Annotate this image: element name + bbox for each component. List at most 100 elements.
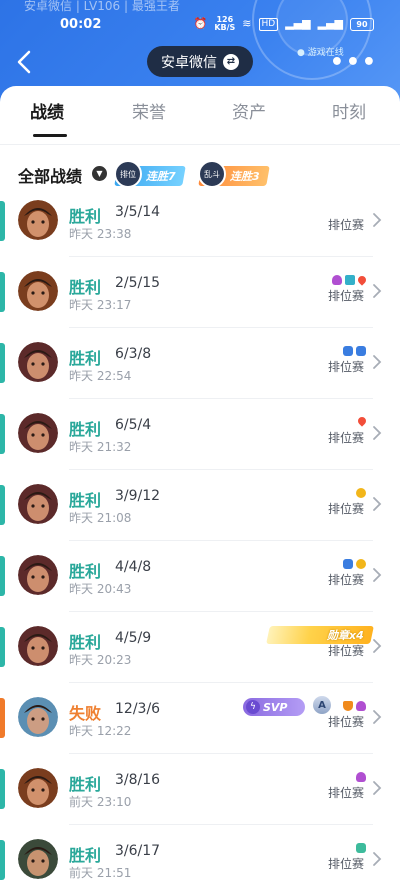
medal-badge: 勋章x4 <box>266 626 374 644</box>
match-mode: 排位赛 <box>328 786 365 800</box>
match-row[interactable]: 胜利 6/3/8 昨天 22:54 排位赛 <box>0 341 400 412</box>
result-indicator-bar <box>0 343 5 383</box>
streak-badge-brawl: 乱斗 连胜3 <box>198 160 270 188</box>
hero-eye <box>41 575 45 579</box>
hero-eye <box>31 220 35 224</box>
result-indicator-bar <box>0 201 5 241</box>
hero-face <box>27 637 49 663</box>
match-mode: 排位赛 <box>328 218 365 232</box>
match-time: 前天 23:10 <box>69 795 132 809</box>
more-button[interactable]: ••• <box>330 50 378 75</box>
gold-badge-icon <box>356 559 366 569</box>
hd-icon: HD <box>258 17 279 31</box>
rank-grade-badge: A <box>313 696 331 714</box>
status-time: 00:02 <box>60 17 102 32</box>
match-kda: 12/3/6 <box>115 701 161 717</box>
filter-dropdown-label[interactable]: 全部战绩 <box>18 163 82 187</box>
hero-portrait-icon <box>18 697 58 737</box>
teal-badge-icon <box>345 275 355 285</box>
match-kda: 3/6/17 <box>115 843 161 859</box>
match-time: 昨天 20:43 <box>69 582 132 596</box>
tab-moments[interactable]: 时刻 <box>332 98 366 123</box>
hero-portrait-icon <box>18 342 58 382</box>
row-divider <box>69 611 373 612</box>
match-mode: 排位赛 <box>328 715 365 729</box>
purple-badge-icon <box>356 772 366 782</box>
achievement-badges <box>343 701 366 711</box>
battery-icon: 90 <box>350 17 374 31</box>
result-indicator-bar <box>0 627 5 667</box>
match-mode: 排位赛 <box>328 431 365 445</box>
hero-face <box>27 353 49 379</box>
hero-avatar <box>18 768 58 808</box>
hero-portrait-icon <box>18 271 58 311</box>
hero-face <box>27 850 49 876</box>
match-result: 胜利 <box>69 633 102 652</box>
mascot-icon: 排位 <box>114 160 142 188</box>
back-arrow-icon <box>17 50 31 74</box>
chevron-down-icon[interactable]: ▼ <box>92 166 107 181</box>
match-row[interactable]: 胜利 4/5/9 昨天 20:23 排位赛 勋章x4 <box>0 625 400 696</box>
result-indicator-bar <box>0 840 5 880</box>
match-row[interactable]: 胜利 6/5/4 昨天 21:32 排位赛 <box>0 412 400 483</box>
purple-badge-icon <box>356 701 366 711</box>
match-kda: 6/5/4 <box>115 417 152 433</box>
tab-record[interactable]: 战绩 <box>30 98 64 123</box>
row-divider <box>69 398 373 399</box>
row-divider <box>69 327 373 328</box>
hero-eye <box>41 362 45 366</box>
row-divider <box>69 753 373 754</box>
tab-honor[interactable]: 荣誉 <box>132 98 166 123</box>
achievement-badges <box>356 843 366 853</box>
row-divider <box>69 256 373 257</box>
match-mode: 排位赛 <box>328 644 365 658</box>
signal-icon: ▂▄▆ <box>285 17 311 30</box>
match-kda: 6/3/8 <box>115 346 152 362</box>
chevron-right-icon <box>372 495 382 518</box>
match-row[interactable]: 胜利 3/9/12 昨天 21:08 排位赛 <box>0 483 400 554</box>
account-switcher[interactable]: 安卓微信 ⇄ <box>147 46 253 77</box>
hero-eye <box>41 504 45 508</box>
chevron-right-icon <box>372 353 382 376</box>
hero-portrait-icon <box>18 839 58 879</box>
tab-assets[interactable]: 资产 <box>232 98 266 123</box>
hero-eye <box>41 788 45 792</box>
medal-label: 勋章x4 <box>327 629 364 642</box>
filter-row: 全部战绩 ▼ 排位 连胜7 乱斗 连胜3 <box>0 152 400 192</box>
alarm-icon: ⏰ <box>193 17 208 30</box>
match-row[interactable]: 胜利 3/8/16 前天 23:10 排位赛 <box>0 767 400 838</box>
match-time: 昨天 22:54 <box>69 369 132 383</box>
back-button[interactable] <box>14 48 36 76</box>
hero-eye <box>41 859 45 863</box>
red-badge-icon <box>356 274 368 286</box>
match-result: 胜利 <box>69 846 102 865</box>
match-kda: 3/8/16 <box>115 772 161 788</box>
purple-badge-icon <box>332 275 342 285</box>
result-indicator-bar <box>0 272 5 312</box>
match-result: 胜利 <box>69 207 102 226</box>
blue-badge-icon <box>343 346 353 356</box>
hero-eye <box>41 220 45 224</box>
account-title: 安卓微信 <box>161 54 217 71</box>
match-row[interactable]: 胜利 2/5/15 昨天 23:17 排位赛 <box>0 270 400 341</box>
match-row[interactable]: 胜利 3/5/14 昨天 23:38 排位赛 <box>0 199 400 270</box>
hero-eye <box>31 717 35 721</box>
network-speed: 126 KB/S <box>214 16 235 32</box>
hero-face <box>27 566 49 592</box>
achievement-badges <box>356 772 366 782</box>
chevron-right-icon <box>372 779 382 802</box>
match-mode: 排位赛 <box>328 573 365 587</box>
svp-badge: ϟ SVP <box>243 698 305 716</box>
achievement-badges <box>356 415 368 427</box>
match-time: 昨天 21:08 <box>69 511 132 525</box>
row-divider <box>69 540 373 541</box>
match-row[interactable]: 胜利 3/6/17 前天 21:51 排位赛 <box>0 838 400 888</box>
match-row[interactable]: 胜利 4/4/8 昨天 20:43 排位赛 <box>0 554 400 625</box>
match-row[interactable]: 失败 12/3/6 昨天 12:22 排位赛 ϟ SVP A <box>0 696 400 767</box>
match-time: 昨天 23:17 <box>69 298 132 312</box>
hero-eye <box>31 291 35 295</box>
achievement-badges <box>356 488 366 498</box>
hero-eye <box>41 433 45 437</box>
chevron-right-icon <box>372 708 382 731</box>
hero-portrait-icon <box>18 555 58 595</box>
